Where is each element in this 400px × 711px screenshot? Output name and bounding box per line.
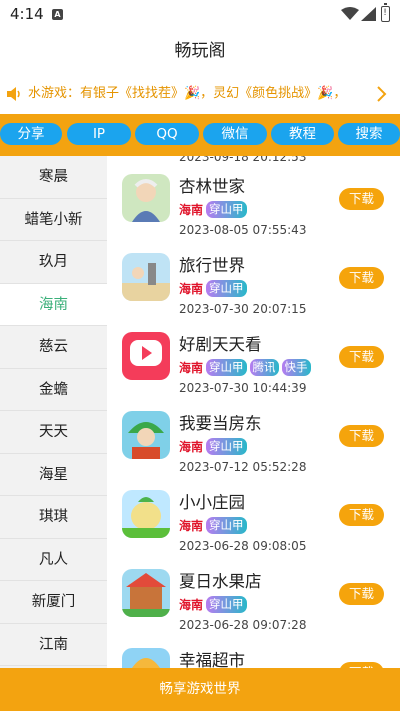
list-item[interactable]: 旅行世界 海南 穿山甲 2023-07-30 20:07:15 下载 (107, 240, 400, 319)
app-icon (122, 253, 170, 301)
category-ip-button[interactable]: IP (67, 123, 131, 145)
tag: 穿山甲 (206, 280, 247, 297)
app-name: 旅行世界 (179, 256, 245, 275)
list-item[interactable]: 夏日水果店 海南 穿山甲 2023-06-28 09:07:28 下载 (107, 556, 400, 635)
footer-bar[interactable]: 畅享游戏世界 (0, 668, 400, 711)
download-button[interactable]: 下载 (339, 504, 384, 526)
sidebar-item[interactable]: 江南 (0, 624, 107, 666)
list-item-date: 2023-07-30 10:44:39 (179, 381, 307, 395)
region-tag: 海南 (179, 361, 204, 375)
tag-group: 海南 穿山甲 (179, 516, 250, 535)
region-tag: 海南 (179, 598, 204, 612)
sidebar-item[interactable]: 海星 (0, 454, 107, 496)
sidebar-item-active[interactable]: 海南 (0, 283, 107, 326)
sidebar-item[interactable]: 凡人 (0, 539, 107, 581)
sidebar-item[interactable]: 金蟾 (0, 369, 107, 411)
app-icon (122, 174, 170, 222)
tag-group: 海南 穿山甲 (179, 200, 250, 219)
app-icon (122, 411, 170, 459)
region-tag: 海南 (179, 282, 204, 296)
list-item-date: 2023-07-12 05:52:28 (179, 460, 307, 474)
region-tag: 海南 (179, 203, 204, 217)
app-name: 杏林世家 (179, 177, 245, 196)
category-search-button[interactable]: 搜索 (338, 123, 400, 145)
app-name: 夏日水果店 (179, 572, 262, 591)
sidebar-item[interactable]: 慈云 (0, 326, 107, 369)
list-item-date: 2023-07-30 20:07:15 (179, 302, 307, 316)
app-bar: 畅玩阁 (0, 28, 400, 74)
sidebar-item[interactable]: 新厦门 (0, 581, 107, 624)
category-share-button[interactable]: 分享 (0, 123, 62, 145)
category-tutorial-button[interactable]: 教程 (271, 123, 334, 145)
page-title: 畅玩阁 (174, 41, 226, 61)
app-name: 好剧天天看 (179, 335, 262, 354)
download-button[interactable]: 下载 (339, 583, 384, 605)
tag-group: 海南 穿山甲 (179, 595, 250, 614)
tag-group: 海南 穿山甲 (179, 279, 250, 298)
tag-group: 海南 穿山甲 (179, 437, 250, 456)
sidebar-item[interactable]: 琪琪 (0, 496, 107, 539)
tag: 腾讯 (249, 359, 279, 376)
region-tag: 海南 (179, 440, 204, 454)
app-icon (122, 648, 170, 668)
list-item-date: 2023-08-05 07:55:43 (179, 223, 307, 237)
download-button[interactable]: 下载 (339, 425, 384, 447)
app-list: 2023-09-18 20:12:53 杏林世家 海南 穿山甲 2023-08-… (107, 156, 400, 668)
region-tag: 海南 (179, 519, 204, 533)
announcement-text: 水游戏：有银子《找找茬》🎉，灵幻《颜色挑战》🎉， (28, 86, 347, 101)
tag: 穿山甲 (206, 359, 247, 376)
speaker-icon (7, 87, 20, 101)
download-button[interactable]: 下载 (339, 267, 384, 289)
app-icon (122, 332, 170, 380)
sidebar-item[interactable]: 蜡笔小新 (0, 199, 107, 241)
app-name: 小小庄园 (179, 493, 245, 512)
category-wechat-button[interactable]: 微信 (203, 123, 267, 145)
list-item[interactable]: 好剧天天看 海南 穿山甲 腾讯 快手 2023-07-30 10:44:39 下… (107, 319, 400, 398)
battery-icon: ! (381, 3, 390, 22)
wifi-icon (341, 7, 359, 20)
download-button[interactable]: 下载 (339, 346, 384, 368)
tag: 穿山甲 (206, 438, 247, 455)
list-item-date: 2023-06-28 09:08:05 (179, 539, 307, 553)
signal-icon (361, 7, 376, 21)
list-item[interactable]: 小小庄园 海南 穿山甲 2023-06-28 09:08:05 下载 (107, 477, 400, 556)
app-name: 我要当房东 (179, 414, 262, 433)
tag: 穿山甲 (206, 517, 247, 534)
list-item[interactable]: 杏林世家 海南 穿山甲 2023-08-05 07:55:43 下载 (107, 161, 400, 240)
status-time: 4:14 (10, 5, 44, 23)
sidebar-item[interactable]: 天天 (0, 411, 107, 454)
category-qq-button[interactable]: QQ (135, 123, 199, 145)
tag-group: 海南 穿山甲 腾讯 快手 (179, 358, 314, 377)
list-item[interactable]: 我要当房东 海南 穿山甲 2023-07-12 05:52:28 下载 (107, 398, 400, 477)
download-button[interactable]: 下载 (339, 188, 384, 210)
announcement-bar[interactable]: 水游戏：有银子《找找茬》🎉，灵幻《颜色挑战》🎉， (0, 74, 400, 114)
app-icon (122, 569, 170, 617)
status-bar: 4:14 A ! (0, 0, 400, 28)
tag: 快手 (281, 359, 311, 376)
list-item-date: 2023-06-28 09:07:28 (179, 618, 307, 632)
app-icon (122, 490, 170, 538)
list-item[interactable]: 幸福超市 下载 (107, 635, 400, 668)
sidebar-item[interactable]: 玖月 (0, 241, 107, 284)
sidebar-item[interactable]: 寒晨 (0, 156, 107, 199)
app-name: 幸福超市 (179, 651, 245, 668)
sidebar: 寒晨 蜡笔小新 玖月 海南 慈云 金蟾 天天 海星 琪琪 凡人 新厦门 江南 (0, 156, 107, 668)
notification-icon: A (52, 9, 63, 20)
tag: 穿山甲 (206, 201, 247, 218)
chevron-right-icon[interactable] (374, 84, 388, 104)
tag: 穿山甲 (206, 596, 247, 613)
category-bar: 分享 IP QQ 微信 教程 搜索 (0, 114, 400, 156)
